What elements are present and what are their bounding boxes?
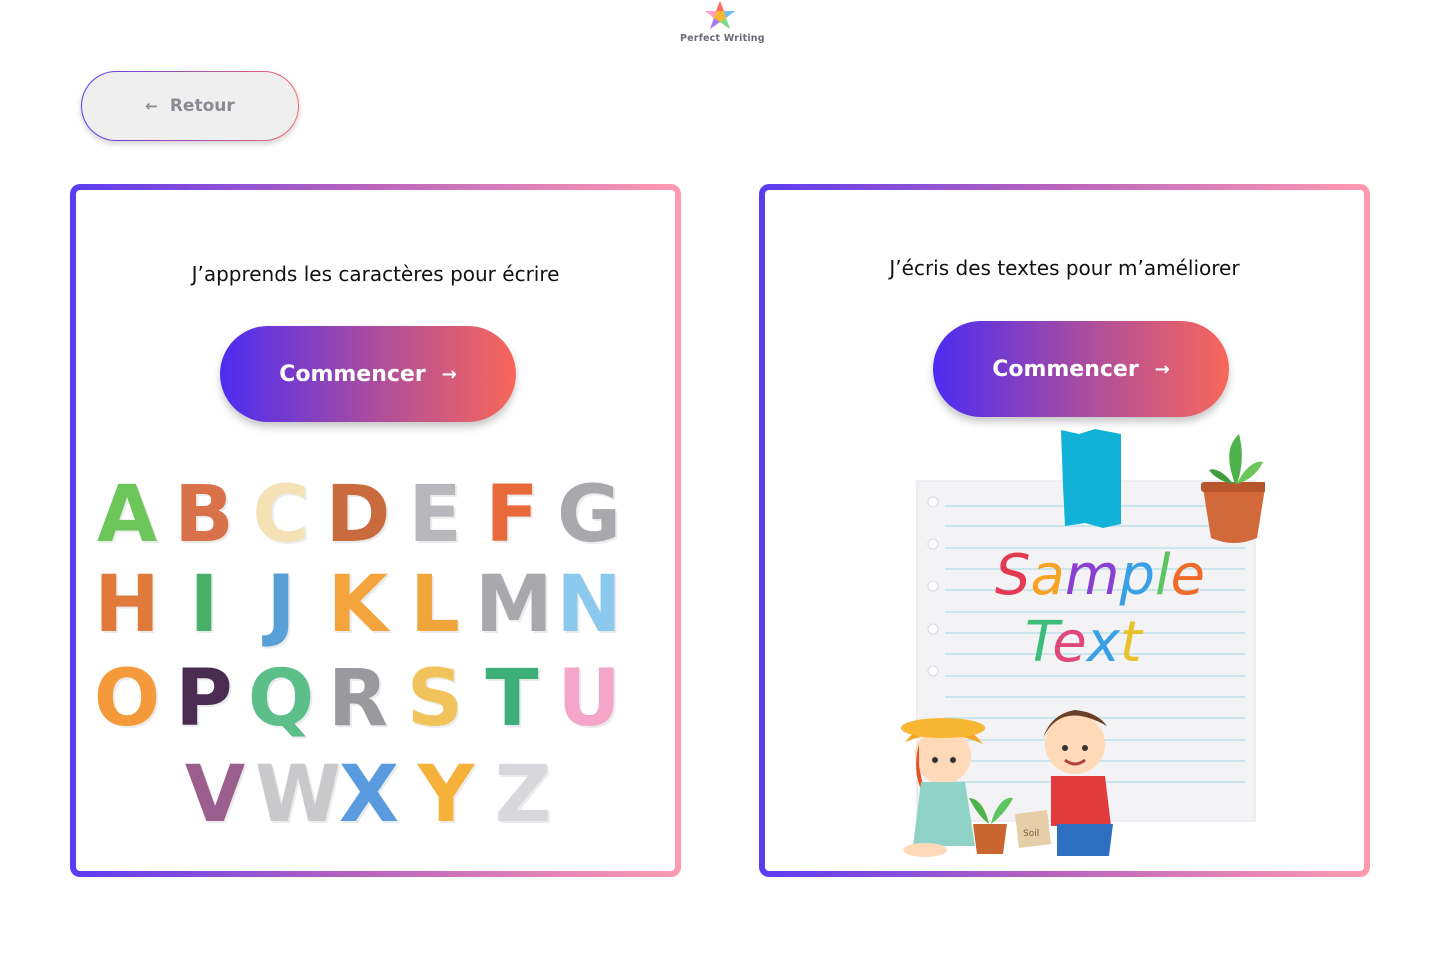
alphabet-letter-o: O [93, 654, 161, 744]
alphabet-letter-g: G [556, 470, 622, 560]
alphabet-letter-w: W [255, 750, 342, 840]
alphabet-letter-r: R [327, 654, 389, 744]
alphabet-letter-u: U [557, 654, 621, 744]
alphabet-letter-q: Q [247, 654, 315, 744]
start-button-write-texts[interactable]: Commencer → [933, 321, 1229, 417]
alphabet-letter-l: L [410, 560, 460, 650]
card-learn-characters: J’apprends les caractères pour écrire Co… [70, 184, 681, 877]
card-title: J’apprends les caractères pour écrire [191, 262, 560, 286]
alphabet-letter-n: N [556, 560, 622, 650]
back-button-label: Retour [169, 96, 235, 116]
alphabet-letter-b: B [174, 470, 234, 560]
brand-logo: Perfect Writing [680, 0, 765, 46]
tape [1061, 429, 1121, 528]
alphabet-letter-d: D [325, 470, 391, 560]
alphabet-letter-v: V [184, 750, 246, 840]
alphabet-letter-c: C [252, 470, 310, 560]
back-button[interactable]: ← Retour [81, 71, 299, 141]
arrow-right-icon: → [1154, 358, 1170, 380]
alphabet-letter-s: S [406, 654, 464, 744]
brand-name: Perfect Writing [680, 33, 765, 44]
alphabet-letter-f: F [485, 470, 539, 560]
alphabet-letter-j: J [266, 560, 296, 650]
alphabet-letter-m: M [475, 560, 553, 650]
alphabet-letter-h: H [94, 560, 160, 650]
card-title: J’écris des textes pour m’améliorer [889, 256, 1240, 280]
notebook-with-children-illustration: Sample Text Soil [901, 429, 1265, 857]
sample-text-line-1: Sample [995, 543, 1205, 608]
alphabet-letter-p: P [175, 654, 233, 744]
alphabet-letter-z: Z [494, 750, 552, 840]
alphabet-letter-x: X [338, 750, 400, 840]
arrow-right-icon: → [441, 363, 457, 385]
arrow-left-icon: ← [145, 97, 158, 115]
alphabet-letter-y: Y [417, 750, 475, 840]
plant-pot [1201, 434, 1265, 543]
sample-text-line-2: Text [1025, 610, 1144, 675]
star-icon [705, 1, 735, 29]
soil-bag-label: Soil [1023, 829, 1039, 839]
alphabet-letter-e: E [408, 470, 462, 560]
alphabet-letter-t: T [485, 654, 539, 744]
start-button-label: Commencer [992, 356, 1139, 382]
alphabet-letter-a: A [96, 470, 158, 560]
start-button-label: Commencer [279, 361, 426, 387]
card-write-texts: J’écris des textes pour m’améliorer Comm… [759, 184, 1370, 877]
start-button-learn-characters[interactable]: Commencer → [220, 326, 516, 422]
alphabet-letter-k: K [327, 560, 389, 650]
alphabet-letter-i: I [189, 560, 219, 650]
